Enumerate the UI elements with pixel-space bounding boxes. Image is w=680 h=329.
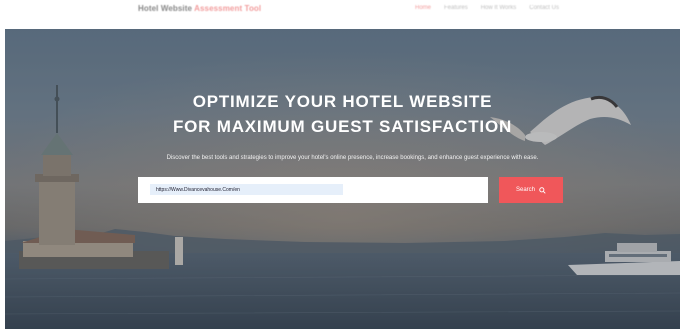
main-nav: Home Features How It Works Contact Us [415, 5, 559, 11]
nav-how-it-works[interactable]: How It Works [481, 5, 517, 11]
brand-accent: Assessment Tool [194, 4, 262, 13]
top-navbar: Hotel Website Assessment Tool Home Featu… [0, 0, 680, 29]
hero-title-line-1: OPTIMIZE YOUR HOTEL WEBSITE [192, 92, 493, 111]
nav-home[interactable]: Home [415, 5, 431, 11]
hero-title-line-2: FOR MAXIMUM GUEST SATISFACTION [172, 117, 513, 136]
site-logo[interactable]: Hotel Website Assessment Tool [138, 4, 261, 13]
search-icon [539, 186, 546, 194]
brand-name: Hotel Website [138, 4, 193, 13]
nav-features[interactable]: Features [444, 5, 468, 11]
nav-contact[interactable]: Contact Us [529, 5, 559, 11]
url-search-box [138, 177, 488, 203]
search-button-label: Search [515, 187, 535, 193]
hero-subtitle: Discover the best tools and strategies t… [166, 155, 539, 161]
url-input[interactable] [150, 184, 343, 195]
search-button[interactable]: Search [499, 177, 563, 203]
